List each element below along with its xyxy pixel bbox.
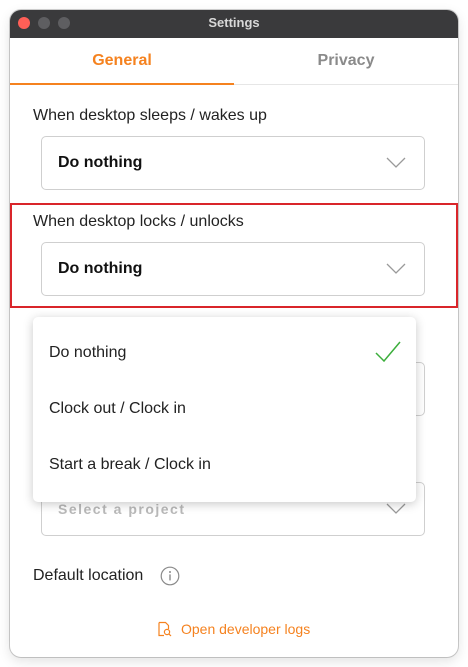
dropdown-option-start-break[interactable]: Start a break / Clock in [33, 437, 416, 493]
tab-privacy[interactable]: Privacy [234, 38, 458, 84]
option-label: Start a break / Clock in [49, 456, 211, 473]
option-label: Do nothing [49, 344, 127, 361]
sleep-wake-select[interactable]: Do nothing [41, 136, 425, 190]
document-search-icon [158, 621, 172, 637]
tab-bar: General Privacy [10, 38, 458, 85]
developer-logs-label: Open developer logs [181, 621, 311, 637]
sleep-wake-value: Do nothing [58, 154, 143, 171]
chevron-down-icon [386, 157, 406, 168]
option-label: Clock out / Clock in [49, 400, 186, 417]
chevron-down-icon [386, 503, 406, 514]
tab-general[interactable]: General [10, 38, 234, 85]
settings-window: Settings General Privacy When desktop sl… [10, 10, 458, 657]
chevron-down-icon [386, 263, 406, 274]
info-icon[interactable] [160, 566, 180, 586]
lock-unlock-value: Do nothing [58, 260, 143, 277]
title-bar: Settings [10, 10, 458, 38]
sleep-wake-label: When desktop sleeps / wakes up [33, 107, 267, 124]
dropdown-option-clock-out[interactable]: Clock out / Clock in [33, 381, 416, 437]
dropdown-option-do-nothing[interactable]: Do nothing [33, 325, 416, 381]
default-location-label: Default location [33, 567, 144, 584]
checkmark-icon [375, 341, 401, 363]
dropdown-menu: Do nothing Clock out / Clock in Start a … [33, 317, 416, 502]
window-title: Settings [208, 15, 260, 30]
lock-unlock-select[interactable]: Do nothing [41, 242, 425, 296]
lock-unlock-label: When desktop locks / unlocks [33, 213, 244, 230]
